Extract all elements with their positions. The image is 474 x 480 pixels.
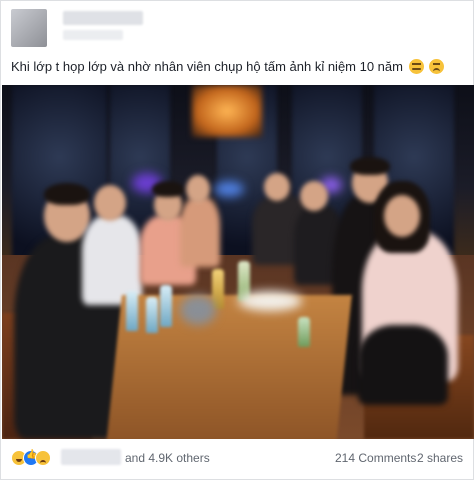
caption-text: Khi lớp t họp lớp và nhờ nhân viên chụp … <box>11 59 403 74</box>
unamused-face-icon <box>408 59 424 74</box>
sad-reaction-icon[interactable] <box>35 450 51 466</box>
photo-bottle <box>160 285 172 327</box>
photo-face <box>384 195 420 237</box>
photo-face <box>300 181 328 211</box>
upside-down-face-icon <box>429 59 445 74</box>
shares-count-link[interactable]: 2 shares <box>417 451 463 465</box>
photo-bottle <box>126 291 138 331</box>
post-photo[interactable] <box>2 85 474 439</box>
photo-hair <box>44 183 90 205</box>
photo-person <box>358 325 448 405</box>
post-timestamp-redacted[interactable] <box>63 30 123 40</box>
avatar[interactable] <box>11 9 47 47</box>
author-name-redacted[interactable] <box>63 11 143 25</box>
photo-person <box>180 197 220 267</box>
post-caption: Khi lớp t họp lớp và nhờ nhân viên chụp … <box>11 59 471 75</box>
photo-bottle <box>146 297 158 333</box>
post-header <box>1 1 474 49</box>
photo-face <box>186 175 210 203</box>
photo-table <box>106 295 352 439</box>
photo-bucket <box>180 295 216 325</box>
post-footer: and 4.9K others 214 Comments 2 shares <box>1 443 474 473</box>
photo-light <box>214 181 244 197</box>
photo-hair <box>152 181 184 197</box>
facebook-post: Khi lớp t họp lớp và nhờ nhân viên chụp … <box>0 0 474 480</box>
photo-face <box>264 173 290 201</box>
reactor-names-redacted[interactable] <box>61 449 121 465</box>
photo-bottle <box>298 317 310 347</box>
photo-lamp <box>192 85 262 137</box>
photo-face <box>94 185 126 221</box>
reaction-others-count[interactable]: and 4.9K others <box>125 451 210 465</box>
comments-count-link[interactable]: 214 Comments <box>335 451 416 465</box>
photo-hair <box>350 157 390 175</box>
photo-plate <box>238 291 302 311</box>
